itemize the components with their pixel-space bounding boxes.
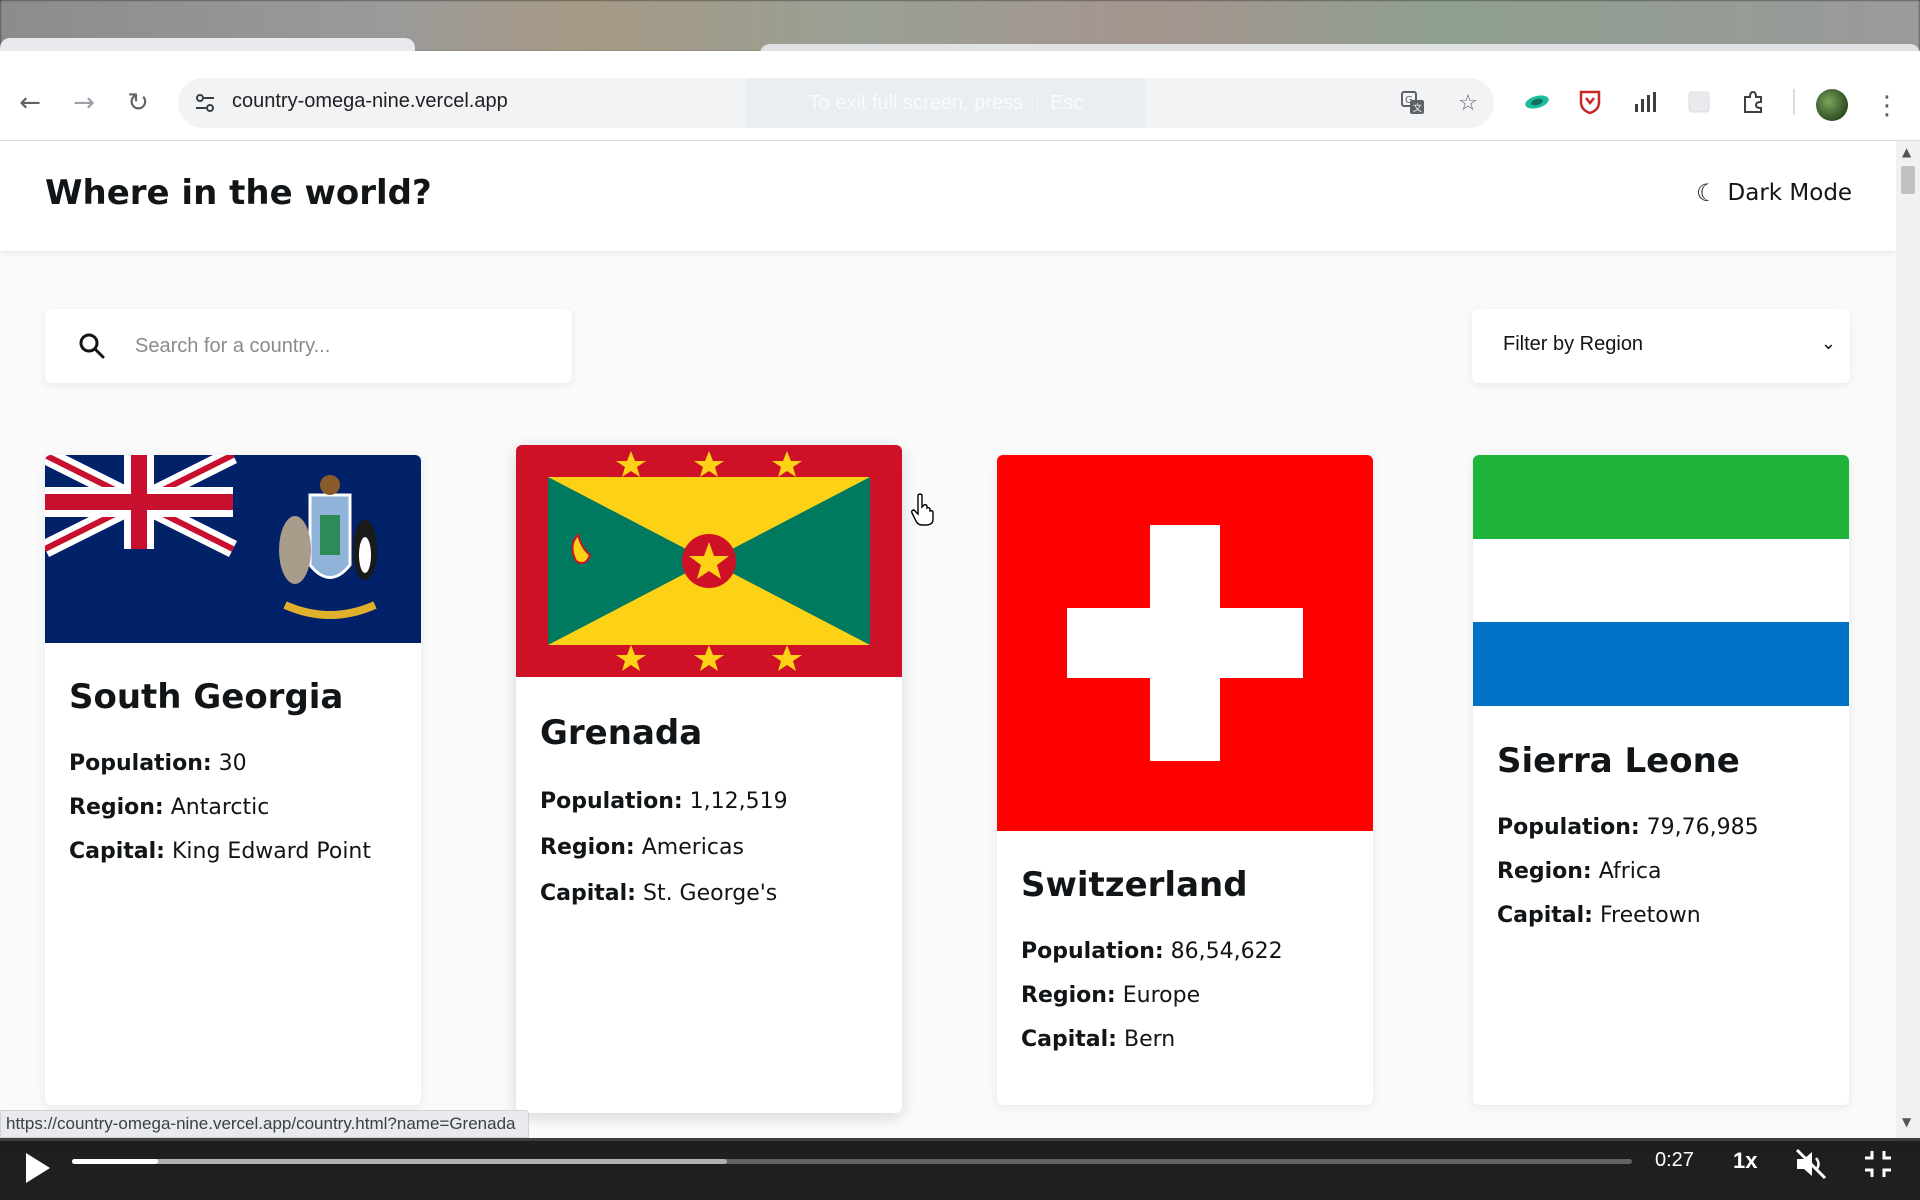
region-label: Region:: [1021, 983, 1116, 1008]
capital-label: Capital:: [540, 881, 636, 906]
site-header: Where in the world? ☾ Dark Mode: [0, 141, 1896, 251]
url-text[interactable]: country-omega-nine.vercel.app: [232, 90, 508, 113]
region-filter-label: Filter by Region: [1503, 333, 1644, 355]
profile-avatar[interactable]: [1816, 89, 1848, 121]
population-label: Population:: [1497, 815, 1640, 840]
exit-fullscreen-icon[interactable]: [1862, 1148, 1894, 1180]
country-name: Grenada: [540, 713, 703, 753]
country-population: Population: 79,76,985: [1497, 815, 1759, 840]
link-status-bar: https://country-omega-nine.vercel.app/co…: [0, 1110, 529, 1138]
dark-mode-toggle[interactable]: ☾ Dark Mode: [1696, 179, 1852, 207]
back-icon[interactable]: ←: [8, 81, 52, 125]
population-label: Population:: [540, 789, 683, 814]
extension-leaf-icon[interactable]: [1520, 85, 1554, 119]
fullscreen-hint-key: Esc: [1037, 91, 1083, 115]
capital-label: Capital:: [1497, 903, 1593, 928]
fullscreen-hint: To exit full screen, press Esc: [746, 78, 1146, 128]
country-card[interactable]: Switzerland Population: 86,54,622 Region…: [997, 455, 1373, 1105]
region-label: Region:: [540, 835, 635, 860]
region-label: Region:: [1497, 859, 1592, 884]
country-capital: Capital: Freetown: [1497, 903, 1701, 928]
muted-volume-icon[interactable]: [1793, 1146, 1829, 1182]
search-icon: [79, 333, 105, 359]
population-value: 30: [218, 751, 247, 776]
svg-text:文: 文: [1413, 102, 1422, 114]
region-value: Africa: [1598, 859, 1662, 884]
video-player-controls: 0:27 1x: [0, 1138, 1920, 1200]
hand-cursor-icon: [911, 493, 934, 526]
page-title: Where in the world?: [45, 173, 432, 213]
search-input[interactable]: [135, 327, 535, 365]
buffer-fill: [72, 1159, 728, 1164]
play-icon[interactable]: [22, 1150, 52, 1186]
region-value: Antarctic: [170, 795, 270, 820]
flag-south-georgia-icon: [45, 455, 421, 643]
search-box[interactable]: [45, 309, 572, 383]
country-population: Population: 1,12,519: [540, 789, 788, 814]
capital-value: Bern: [1123, 1027, 1176, 1052]
browser-toolbar: ← → ↻ country-omega-nine.vercel.app To e…: [0, 51, 1920, 141]
scroll-down-icon[interactable]: ▼: [1902, 1115, 1911, 1129]
region-label: Region:: [69, 795, 164, 820]
region-value: Europe: [1122, 983, 1201, 1008]
population-value: 79,76,985: [1646, 815, 1759, 840]
progress-fill: [72, 1159, 158, 1164]
extension-chart-icon[interactable]: [1628, 85, 1662, 119]
country-name: South Georgia: [69, 677, 344, 717]
flag-grenada-icon: [516, 445, 902, 677]
playback-time: 0:27: [1655, 1149, 1694, 1171]
extension-shield-icon[interactable]: [1573, 85, 1607, 119]
translate-icon[interactable]: G文: [1398, 88, 1428, 118]
population-value: 86,54,622: [1170, 939, 1283, 964]
seek-bar[interactable]: [72, 1159, 1632, 1164]
population-label: Population:: [1021, 939, 1164, 964]
country-name: Switzerland: [1021, 865, 1248, 905]
bookmark-star-icon[interactable]: ☆: [1453, 88, 1483, 118]
page-content: Where in the world? ☾ Dark Mode Filter b…: [0, 141, 1896, 1141]
country-population: Population: 30: [69, 751, 247, 776]
region-value: Americas: [641, 835, 744, 860]
chevron-down-icon: ⌄: [1820, 333, 1836, 354]
region-filter-select[interactable]: Filter by Region ⌄: [1472, 309, 1850, 383]
scroll-up-icon[interactable]: ▲: [1902, 145, 1911, 159]
country-card[interactable]: South Georgia Population: 30 Region: Ant…: [45, 455, 421, 1105]
country-card[interactable]: Grenada Population: 1,12,519 Region: Ame…: [516, 445, 902, 1113]
country-region: Region: Europe: [1021, 983, 1200, 1008]
country-capital: Capital: St. George's: [540, 881, 777, 906]
fullscreen-hint-text: To exit full screen, press: [808, 91, 1024, 114]
address-bar[interactable]: country-omega-nine.vercel.app To exit fu…: [178, 78, 1494, 128]
flag-sierra-leone-icon: [1473, 455, 1849, 706]
capital-value: St. George's: [642, 881, 778, 906]
moon-icon: ☾: [1696, 179, 1718, 207]
capital-value: Freetown: [1599, 903, 1701, 928]
country-capital: Capital: Bern: [1021, 1027, 1175, 1052]
scrollbar-thumb[interactable]: [1901, 166, 1915, 194]
browser-menu-icon[interactable]: ⋮: [1872, 86, 1902, 126]
capital-value: King Edward Point: [171, 839, 372, 864]
flag-switzerland-icon: [997, 455, 1373, 831]
country-capital: Capital: King Edward Point: [69, 839, 371, 864]
forward-icon[interactable]: →: [62, 81, 106, 125]
country-population: Population: 86,54,622: [1021, 939, 1283, 964]
country-region: Region: Antarctic: [69, 795, 269, 820]
extensions-puzzle-icon[interactable]: [1736, 85, 1770, 119]
capital-label: Capital:: [69, 839, 165, 864]
country-card[interactable]: Sierra Leone Population: 79,76,985 Regio…: [1473, 455, 1849, 1105]
country-name: Sierra Leone: [1497, 741, 1740, 781]
dark-mode-label: Dark Mode: [1727, 180, 1853, 206]
toolbar-divider: [1793, 89, 1795, 115]
reload-icon[interactable]: ↻: [116, 81, 160, 125]
active-tab[interactable]: [0, 38, 415, 52]
page-scrollbar[interactable]: ▲ ▼: [1896, 141, 1920, 1141]
site-info-icon[interactable]: [190, 88, 220, 118]
playback-speed-button[interactable]: 1x: [1733, 1148, 1757, 1174]
capital-label: Capital:: [1021, 1027, 1117, 1052]
population-label: Population:: [69, 751, 212, 776]
extension-blank-icon[interactable]: [1682, 85, 1716, 119]
country-region: Region: Africa: [1497, 859, 1661, 884]
population-value: 1,12,519: [689, 789, 788, 814]
country-region: Region: Americas: [540, 835, 744, 860]
